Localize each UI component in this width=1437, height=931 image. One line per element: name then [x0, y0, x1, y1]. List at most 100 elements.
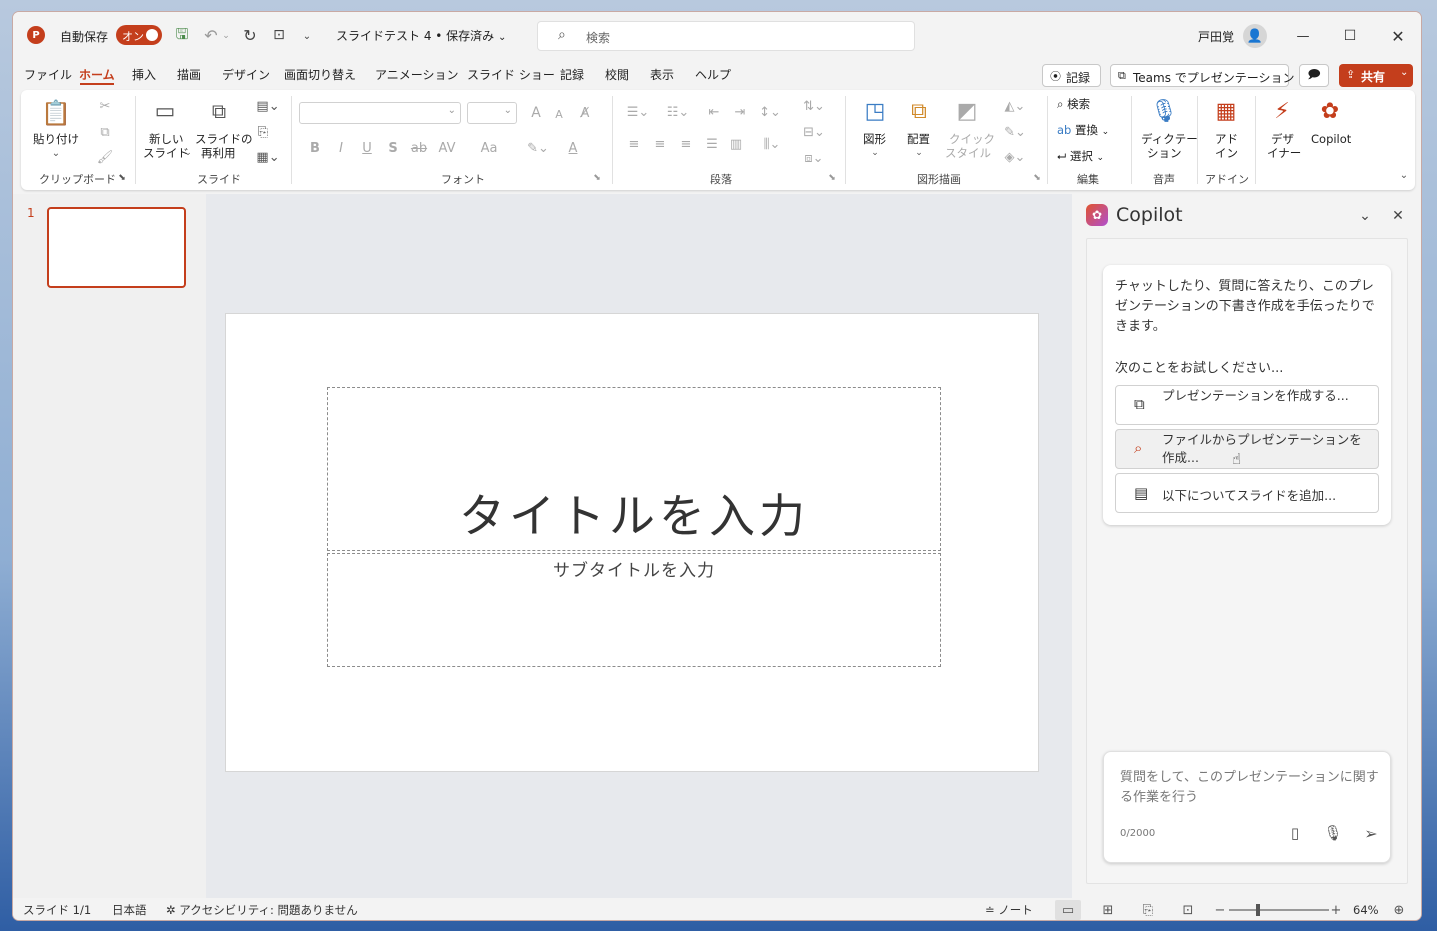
- close-icon[interactable]: ✕: [1388, 206, 1408, 226]
- slide-canvas[interactable]: タイトルを入力 サブタイトルを入力: [225, 313, 1039, 772]
- clear-format-icon[interactable]: A̸: [575, 103, 595, 123]
- replace-button[interactable]: ab 置換 ⌄: [1057, 122, 1109, 138]
- font-size-select[interactable]: ⌄: [467, 102, 517, 124]
- zoom-slider-thumb[interactable]: [1256, 904, 1260, 916]
- arrange-label[interactable]: 配置: [907, 132, 930, 146]
- minimize-icon[interactable]: —: [1291, 24, 1315, 48]
- numbering-icon[interactable]: ☷⌄: [662, 102, 694, 122]
- microphone-icon[interactable]: 🎙: [1322, 822, 1344, 844]
- tab-file[interactable]: ファイル: [24, 60, 72, 90]
- smartart-icon[interactable]: ⧈⌄: [798, 148, 830, 168]
- suggestion-create-from-file[interactable]: ⌕ ファイルからプレゼンテーションを作成... ☝: [1115, 429, 1379, 469]
- quick-styles-label-2[interactable]: スタイル: [945, 146, 991, 160]
- designer-label-1[interactable]: デザ: [1271, 132, 1294, 146]
- slideshow-view-icon[interactable]: ⊡: [1177, 900, 1199, 920]
- record-button[interactable]: ⦿ 記録: [1042, 64, 1101, 87]
- copilot-ribbon-label[interactable]: Copilot: [1311, 132, 1351, 146]
- addins-label-2[interactable]: イン: [1215, 146, 1238, 160]
- comments-button[interactable]: 🗩: [1299, 64, 1329, 87]
- zoom-in-icon[interactable]: +: [1329, 900, 1343, 920]
- change-case-icon[interactable]: Aa: [477, 138, 501, 158]
- bullets-icon[interactable]: ☰⌄: [622, 102, 654, 122]
- align-center-icon[interactable]: ≡: [650, 134, 670, 154]
- title-placeholder[interactable]: タイトルを入力: [327, 387, 941, 551]
- slide-count[interactable]: スライド 1/1: [23, 898, 91, 920]
- share-button[interactable]: ⇪ 共有 ⌄: [1339, 64, 1413, 87]
- copilot-icon[interactable]: ✿: [1315, 96, 1345, 126]
- microphone-icon[interactable]: 🎙: [1149, 96, 1179, 126]
- copy-icon[interactable]: ⧉: [95, 122, 115, 142]
- addins-icon[interactable]: ▦: [1211, 96, 1241, 126]
- fit-to-window-icon[interactable]: ⊕: [1389, 900, 1409, 920]
- arrange-icon[interactable]: ⧉: [903, 96, 935, 126]
- dictate-label-2[interactable]: ション: [1147, 146, 1182, 160]
- redo-icon[interactable]: ↻: [240, 25, 260, 45]
- tab-draw[interactable]: 描画: [177, 60, 201, 90]
- clipboard-launcher-icon[interactable]: ⬊: [116, 172, 128, 184]
- paste-icon[interactable]: 📋: [41, 98, 71, 128]
- reuse-slides-icon[interactable]: ⧉: [203, 96, 235, 126]
- find-button[interactable]: ⌕ 検索: [1057, 96, 1090, 112]
- shrink-font-icon[interactable]: A: [551, 105, 567, 123]
- autosave-toggle[interactable]: オン: [116, 25, 162, 45]
- chevron-down-icon[interactable]: ⌄: [1355, 206, 1375, 226]
- highlight-icon[interactable]: ✎⌄: [523, 138, 553, 158]
- collapse-ribbon-icon[interactable]: ⌄: [1397, 168, 1411, 182]
- document-title[interactable]: スライドテスト 4 • 保存済み ⌄: [336, 27, 506, 44]
- new-slide-label-1[interactable]: 新しい: [149, 132, 184, 146]
- distributed-icon[interactable]: ▥: [726, 134, 746, 154]
- teams-present-button[interactable]: ⧉ Teams でプレゼンテーション: [1110, 64, 1295, 87]
- tab-home[interactable]: ホーム: [79, 60, 115, 90]
- tab-record[interactable]: 記録: [560, 60, 584, 90]
- format-painter-icon[interactable]: 🖌: [95, 147, 115, 167]
- tab-view[interactable]: 表示: [650, 60, 674, 90]
- font-color-icon[interactable]: A: [563, 138, 583, 158]
- shapes-dropdown-icon[interactable]: ⌄: [870, 146, 880, 160]
- align-right-icon[interactable]: ≡: [676, 134, 696, 154]
- section-icon[interactable]: ▦⌄: [253, 147, 283, 167]
- reuse-slides-label-1[interactable]: スライドの: [195, 132, 253, 146]
- normal-view-icon[interactable]: ▭: [1055, 900, 1081, 920]
- grow-font-icon[interactable]: A: [527, 103, 545, 123]
- slide-sorter-icon[interactable]: ⊞: [1097, 900, 1119, 920]
- notes-button[interactable]: ≐ ノート: [985, 898, 1033, 920]
- italic-icon[interactable]: I: [333, 138, 349, 158]
- shapes-icon[interactable]: ◳: [859, 96, 891, 126]
- undo-icon[interactable]: ↶: [201, 25, 221, 45]
- shadow-icon[interactable]: S: [385, 138, 401, 158]
- new-slide-dropdown-icon[interactable]: ⌄: [183, 147, 193, 159]
- underline-icon[interactable]: U: [359, 138, 375, 158]
- close-icon[interactable]: ✕: [1386, 24, 1410, 48]
- prompt-guide-icon[interactable]: ▯: [1284, 822, 1306, 844]
- paste-dropdown-icon[interactable]: ⌄: [50, 146, 62, 160]
- reading-view-icon[interactable]: ⎘: [1137, 900, 1159, 920]
- reset-icon[interactable]: ⎘: [253, 122, 273, 142]
- text-direction-icon[interactable]: ⇅⌄: [798, 96, 830, 116]
- slide-thumbnail[interactable]: [47, 207, 186, 288]
- decrease-indent-icon[interactable]: ⇤: [704, 102, 724, 122]
- reuse-slides-label-2[interactable]: 再利用: [201, 146, 236, 160]
- designer-label-2[interactable]: イナー: [1267, 146, 1301, 160]
- bold-icon[interactable]: B: [307, 138, 323, 158]
- suggestion-add-slide[interactable]: ▤ 以下についてスライドを追加...: [1115, 473, 1379, 513]
- layout-icon[interactable]: ▤⌄: [253, 96, 283, 116]
- zoom-slider[interactable]: [1229, 904, 1329, 916]
- copilot-input-box[interactable]: 質問をして、このプレゼンテーションに関する作業を行う 0/2000 ▯ 🎙 ➢: [1103, 751, 1391, 863]
- suggestion-create-presentation[interactable]: ⧉ プレゼンテーションを作成する...: [1115, 385, 1379, 425]
- maximize-icon[interactable]: ☐: [1338, 24, 1362, 48]
- shape-effects-icon[interactable]: ◈⌄: [999, 147, 1031, 167]
- quick-styles-icon[interactable]: ◩: [951, 96, 983, 126]
- quick-styles-label-1[interactable]: クイック: [949, 132, 995, 146]
- paste-label[interactable]: 貼り付け: [33, 132, 79, 146]
- font-name-select[interactable]: ⌄: [299, 102, 461, 124]
- send-icon[interactable]: ➢: [1360, 822, 1382, 844]
- tab-animations[interactable]: アニメーション: [375, 60, 459, 90]
- select-button[interactable]: ⮠ 選択 ⌄: [1057, 148, 1104, 164]
- shapes-label[interactable]: 図形: [863, 132, 886, 146]
- accessibility-checker[interactable]: ✲ アクセシビリティ: 問題ありません: [166, 898, 358, 920]
- user-name[interactable]: 戸田覚: [1198, 28, 1234, 45]
- paragraph-launcher-icon[interactable]: ⬊: [826, 172, 838, 184]
- cut-icon[interactable]: ✂: [95, 96, 115, 116]
- tab-review[interactable]: 校閲: [605, 60, 629, 90]
- designer-icon[interactable]: ⚡: [1267, 96, 1297, 126]
